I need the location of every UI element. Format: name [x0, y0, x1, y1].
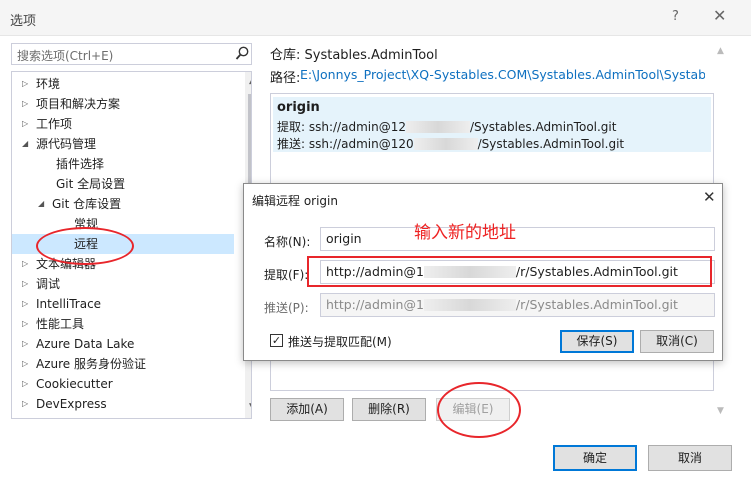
- close-button[interactable]: ✕: [713, 6, 726, 25]
- tree-item[interactable]: ▷ DevExpress: [12, 394, 234, 414]
- tree-item[interactable]: ▷ Azure 服务身份验证: [12, 354, 234, 374]
- match-checkbox[interactable]: ✓: [270, 334, 283, 347]
- redacted-area: [423, 299, 516, 311]
- panel-scroll-up-icon[interactable]: ▲: [717, 46, 724, 56]
- remove-remote-button[interactable]: 删除(R): [352, 398, 426, 421]
- tree-item[interactable]: ◢ 源代码管理: [12, 134, 234, 154]
- remote-push-url: 推送: ssh://admin@120/Systables.AdminTool.…: [277, 137, 625, 151]
- path-label: 路径:: [270, 71, 301, 86]
- collapsed-arrow-icon[interactable]: ▷: [22, 114, 28, 134]
- tree-item-label: 项目和解决方案: [36, 97, 121, 111]
- annotation-text: 输入新的地址: [414, 223, 516, 243]
- remote-item-origin[interactable]: origin 提取: ssh://admin@12/Systables.Admi…: [273, 97, 711, 152]
- panel-scroll-down-icon[interactable]: ▼: [717, 406, 724, 416]
- collapsed-arrow-icon[interactable]: ▷: [22, 294, 28, 314]
- tree-item-label: Azure Data Lake: [36, 337, 135, 351]
- tree-item-label: Azure 服务身份验证: [36, 357, 146, 371]
- tree-item[interactable]: 常规: [12, 214, 234, 234]
- fetch-label: 提取(F):: [264, 268, 309, 282]
- collapsed-arrow-icon[interactable]: ▷: [22, 334, 28, 354]
- ok-button[interactable]: 确定: [553, 445, 637, 471]
- tree-item-label: 插件选择: [56, 157, 105, 171]
- push-label: 推送(P):: [264, 301, 309, 315]
- tree-item[interactable]: ▷ 性能工具: [12, 314, 234, 334]
- cancel-button[interactable]: 取消: [648, 445, 732, 471]
- annotation-ellipse-remote: [36, 227, 134, 265]
- search-placeholder: 搜索选项(Ctrl+E): [17, 49, 114, 63]
- tree-item-label: 调试: [36, 277, 61, 291]
- remote-name: origin: [277, 100, 320, 115]
- tree-item[interactable]: ◢ Git 仓库设置: [12, 194, 234, 214]
- tree-item-label: IntelliTrace: [36, 297, 102, 311]
- scroll-down-arrow-icon[interactable]: ▼: [249, 402, 251, 412]
- collapsed-arrow-icon[interactable]: ▷: [22, 354, 28, 374]
- push-url-field: http://admin@1/r/Systables.AdminTool.git: [320, 293, 715, 317]
- annotation-ellipse-edit: [437, 382, 521, 438]
- search-input[interactable]: 搜索选项(Ctrl+E): [11, 43, 252, 65]
- tree-item[interactable]: 插件选择: [12, 154, 234, 174]
- collapsed-arrow-icon[interactable]: ▷: [22, 314, 28, 334]
- add-remote-button[interactable]: 添加(A): [270, 398, 344, 421]
- title-bar: 选项 ? ✕: [0, 0, 751, 36]
- tree-item[interactable]: ▷ Azure Data Lake: [12, 334, 234, 354]
- redacted-area: [413, 138, 478, 150]
- tree-item-label: 源代码管理: [36, 137, 97, 151]
- name-field[interactable]: origin: [320, 227, 715, 251]
- help-button[interactable]: ?: [672, 9, 679, 24]
- remote-fetch-url: 提取: ssh://admin@12/Systables.AdminTool.g…: [277, 120, 617, 134]
- collapsed-arrow-icon[interactable]: ▷: [22, 274, 28, 294]
- name-label: 名称(N):: [264, 235, 311, 249]
- repository-label: 仓库: Systables.AdminTool: [270, 48, 438, 63]
- collapsed-arrow-icon[interactable]: ▷: [22, 74, 28, 94]
- tree-item-label: Git 仓库设置: [52, 197, 122, 211]
- match-checkbox-label: 推送与提取匹配(M): [288, 335, 392, 349]
- tree-item-label: 工作项: [36, 117, 73, 131]
- tree-item[interactable]: ▷ Cookiecutter: [12, 374, 234, 394]
- tree-item-label: Cookiecutter: [36, 377, 113, 391]
- tree-item-label: DevExpress: [36, 397, 107, 411]
- tree-item-label: Git 全局设置: [56, 177, 126, 191]
- expanded-arrow-icon[interactable]: ◢: [22, 134, 28, 154]
- tree-item[interactable]: ▷ 环境: [12, 74, 234, 94]
- tree-item-label: 环境: [36, 77, 61, 91]
- collapsed-arrow-icon[interactable]: ▷: [22, 374, 28, 394]
- collapsed-arrow-icon[interactable]: ▷: [22, 394, 28, 414]
- dialog-cancel-button[interactable]: 取消(C): [640, 330, 714, 353]
- search-icon[interactable]: [234, 45, 250, 63]
- dialog-save-button[interactable]: 保存(S): [560, 330, 634, 353]
- collapsed-arrow-icon[interactable]: ▷: [22, 94, 28, 114]
- redacted-area: [405, 121, 470, 133]
- path-link[interactable]: E:\Jonnys_Project\XQ-Systables.COM\Systa…: [300, 67, 705, 82]
- tree-item[interactable]: Git 全局设置: [12, 174, 234, 194]
- scroll-up-arrow-icon[interactable]: ▲: [249, 76, 251, 86]
- tree-item-label: 性能工具: [36, 317, 85, 331]
- dialog-close-icon[interactable]: ✕: [703, 188, 716, 206]
- expanded-arrow-icon[interactable]: ◢: [38, 194, 44, 214]
- dialog-title: 编辑远程 origin: [252, 194, 338, 208]
- collapsed-arrow-icon[interactable]: ▷: [22, 254, 28, 274]
- window-title: 选项: [10, 14, 37, 29]
- tree-item[interactable]: ▷ 调试: [12, 274, 234, 294]
- tree-item[interactable]: ▷ 项目和解决方案: [12, 94, 234, 114]
- annotation-rect-fetch: [307, 256, 712, 287]
- tree-item[interactable]: ▷ 工作项: [12, 114, 234, 134]
- tree-item[interactable]: ▷ IntelliTrace: [12, 294, 234, 314]
